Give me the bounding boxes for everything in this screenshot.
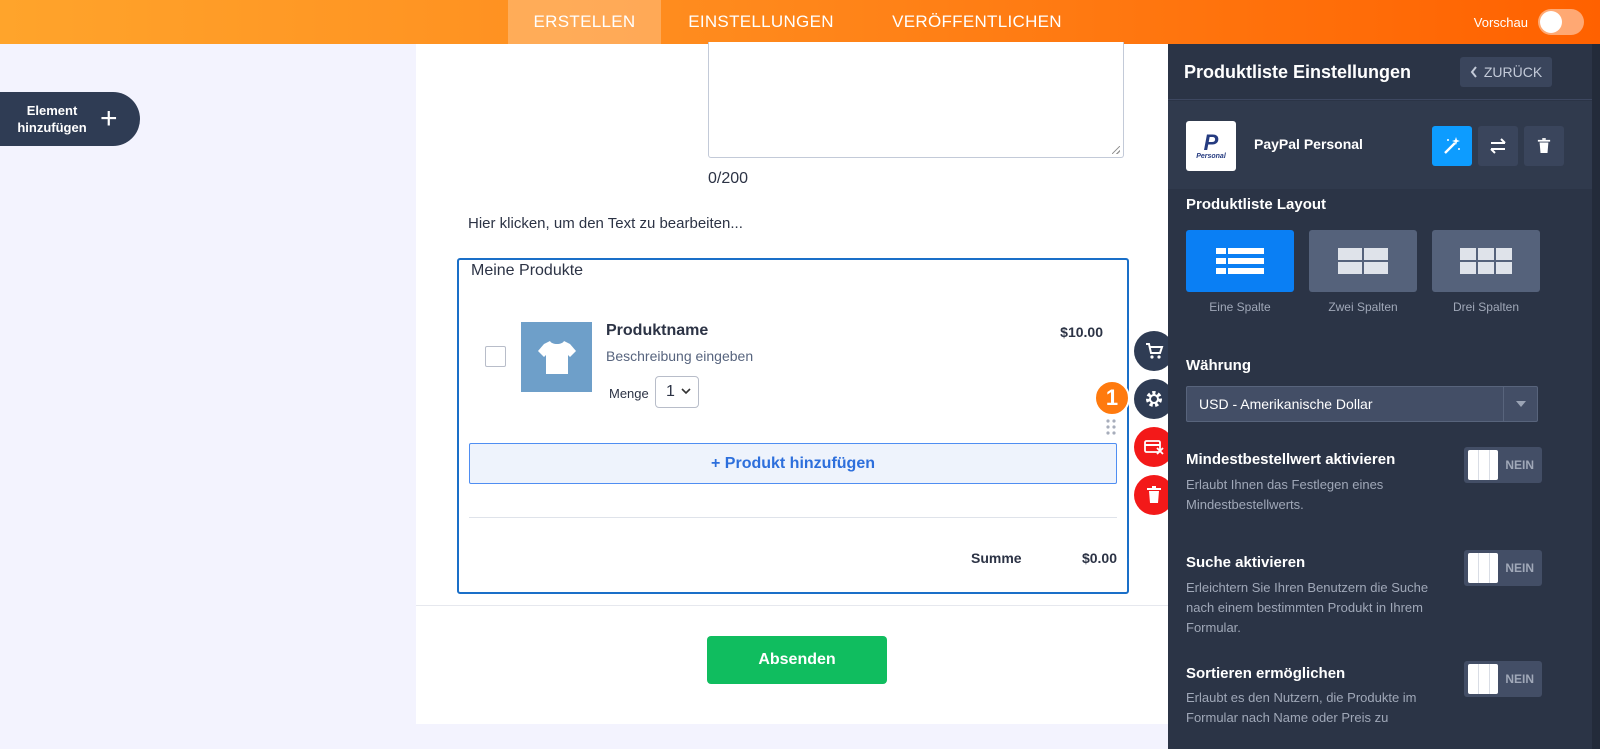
settings-panel: Produktliste Einstellungen ZURÜCK P Pers…	[1168, 44, 1600, 749]
step-badge-1: 1	[1094, 380, 1130, 416]
preview-control: Vorschau	[1474, 9, 1584, 35]
swap-arrows-icon	[1490, 138, 1506, 154]
text-element[interactable]: Hier klicken, um den Text zu bearbeiten.…	[468, 215, 743, 232]
chevron-left-icon	[1470, 66, 1477, 78]
quantity-value: 1	[666, 383, 675, 400]
plus-icon: +	[100, 102, 118, 135]
preview-label: Vorschau	[1473, 14, 1528, 30]
paypal-logo-subtext: Personal	[1196, 152, 1226, 160]
payment-gateway-row: P Personal PayPal Personal	[1168, 101, 1600, 189]
layout-two-columns[interactable]	[1309, 230, 1417, 292]
sort-toggle[interactable]: NEIN	[1464, 661, 1542, 697]
min-order-title: Mindestbestellwert aktivieren	[1186, 451, 1396, 468]
sort-title: Sortieren ermöglichen	[1186, 665, 1346, 682]
toggle-knob	[1468, 450, 1498, 480]
paypal-logo-letter: P	[1203, 129, 1219, 155]
two-columns-icon	[1338, 248, 1388, 274]
tab-veroeffentlichen[interactable]: VERÖFFENTLICHEN	[861, 0, 1093, 44]
layout-one-column-label: Eine Spalte	[1209, 300, 1271, 314]
add-element-label: Element hinzufügen	[16, 102, 88, 136]
tab-erstellen[interactable]: ERSTELLEN	[508, 0, 661, 44]
caret-down-icon	[1503, 387, 1537, 421]
paypal-logo: P Personal	[1186, 121, 1236, 171]
add-element-label-line1: Element	[26, 103, 78, 118]
three-columns-icon	[1460, 248, 1512, 274]
quantity-label: Menge	[609, 386, 649, 401]
panel-title: Produktliste Einstellungen	[1184, 62, 1412, 82]
drag-handle-icon[interactable]	[1106, 418, 1116, 436]
search-title: Suche aktivieren	[1186, 554, 1306, 571]
remove-gateway-button[interactable]	[1524, 126, 1564, 166]
one-column-icon	[1216, 248, 1264, 274]
toggle-label: NEIN	[1505, 561, 1534, 575]
currency-select[interactable]: USD - Amerikanische Dollar	[1186, 386, 1538, 422]
sum-value: $0.00	[1081, 550, 1117, 566]
product-name[interactable]: Produktname	[606, 322, 708, 340]
product-price[interactable]: $10.00	[1060, 324, 1103, 340]
product-list-title[interactable]: Meine Produkte	[471, 262, 583, 280]
magic-wand-icon	[1444, 137, 1460, 154]
product-checkbox[interactable]	[485, 346, 506, 367]
product-list-element[interactable]: Meine Produkte Produktname Beschreibung …	[457, 258, 1129, 594]
preview-toggle[interactable]	[1538, 9, 1584, 35]
gateway-wizard-button[interactable]	[1432, 126, 1472, 166]
cart-icon	[1146, 343, 1164, 359]
layout-three-columns[interactable]	[1432, 230, 1540, 292]
sort-description: Erlaubt es den Nutzern, die Produkte im …	[1186, 690, 1417, 725]
resize-handle-icon[interactable]	[1112, 146, 1120, 154]
submit-button[interactable]: Absenden	[707, 636, 887, 684]
trash-icon	[1147, 486, 1161, 503]
add-product-button[interactable]: + Produkt hinzufügen	[469, 443, 1117, 484]
toggle-knob	[1468, 553, 1498, 583]
tab-einstellungen[interactable]: EINSTELLUNGEN	[661, 0, 861, 44]
tshirt-icon	[537, 341, 576, 374]
layout-two-columns-label: Zwei Spalten	[1328, 300, 1398, 314]
min-order-description: Erlaubt Ihnen das Festlegen eines Mindes…	[1186, 477, 1384, 512]
product-description[interactable]: Beschreibung eingeben	[606, 348, 753, 364]
textarea-field[interactable]	[708, 42, 1124, 158]
search-description: Erleichtern Sie Ihren Benutzern die Such…	[1186, 580, 1429, 635]
top-navigation-bar: ERSTELLEN EINSTELLUNGEN VERÖFFENTLICHEN …	[0, 0, 1600, 44]
min-order-toggle[interactable]: NEIN	[1464, 447, 1542, 483]
layout-section-label: Produktliste Layout	[1186, 196, 1327, 213]
toggle-label: NEIN	[1505, 672, 1534, 686]
layout-three-columns-label: Drei Spalten	[1452, 300, 1520, 314]
divider	[469, 517, 1117, 518]
card-remove-icon	[1144, 440, 1164, 455]
add-element-button[interactable]: Element hinzufügen +	[0, 92, 140, 146]
toggle-label: NEIN	[1505, 458, 1534, 472]
chevron-down-icon	[681, 387, 691, 397]
quantity-select[interactable]: 1	[655, 376, 699, 408]
back-label: ZURÜCK	[1483, 64, 1543, 80]
layout-one-column[interactable]	[1186, 230, 1294, 292]
toggle-knob	[1468, 664, 1498, 694]
search-toggle[interactable]: NEIN	[1464, 550, 1542, 586]
trash-icon	[1537, 138, 1551, 153]
divider	[416, 605, 1168, 606]
char-counter: 0/200	[708, 170, 749, 187]
gateway-name: PayPal Personal	[1254, 136, 1363, 152]
gear-icon	[1146, 391, 1162, 407]
currency-value: USD - Amerikanische Dollar	[1199, 396, 1373, 412]
sum-label: Summe	[971, 550, 1022, 566]
form-canvas: 0/200 Hier klicken, um den Text zu bearb…	[416, 42, 1168, 724]
panel-scrollbar[interactable]	[1592, 44, 1600, 749]
panel-header: Produktliste Einstellungen ZURÜCK	[1168, 44, 1600, 100]
product-image	[521, 322, 592, 392]
back-button[interactable]: ZURÜCK	[1460, 57, 1552, 87]
currency-section-label: Währung	[1186, 357, 1251, 374]
add-element-label-line2: hinzufügen	[17, 120, 87, 135]
switch-gateway-button[interactable]	[1478, 126, 1518, 166]
